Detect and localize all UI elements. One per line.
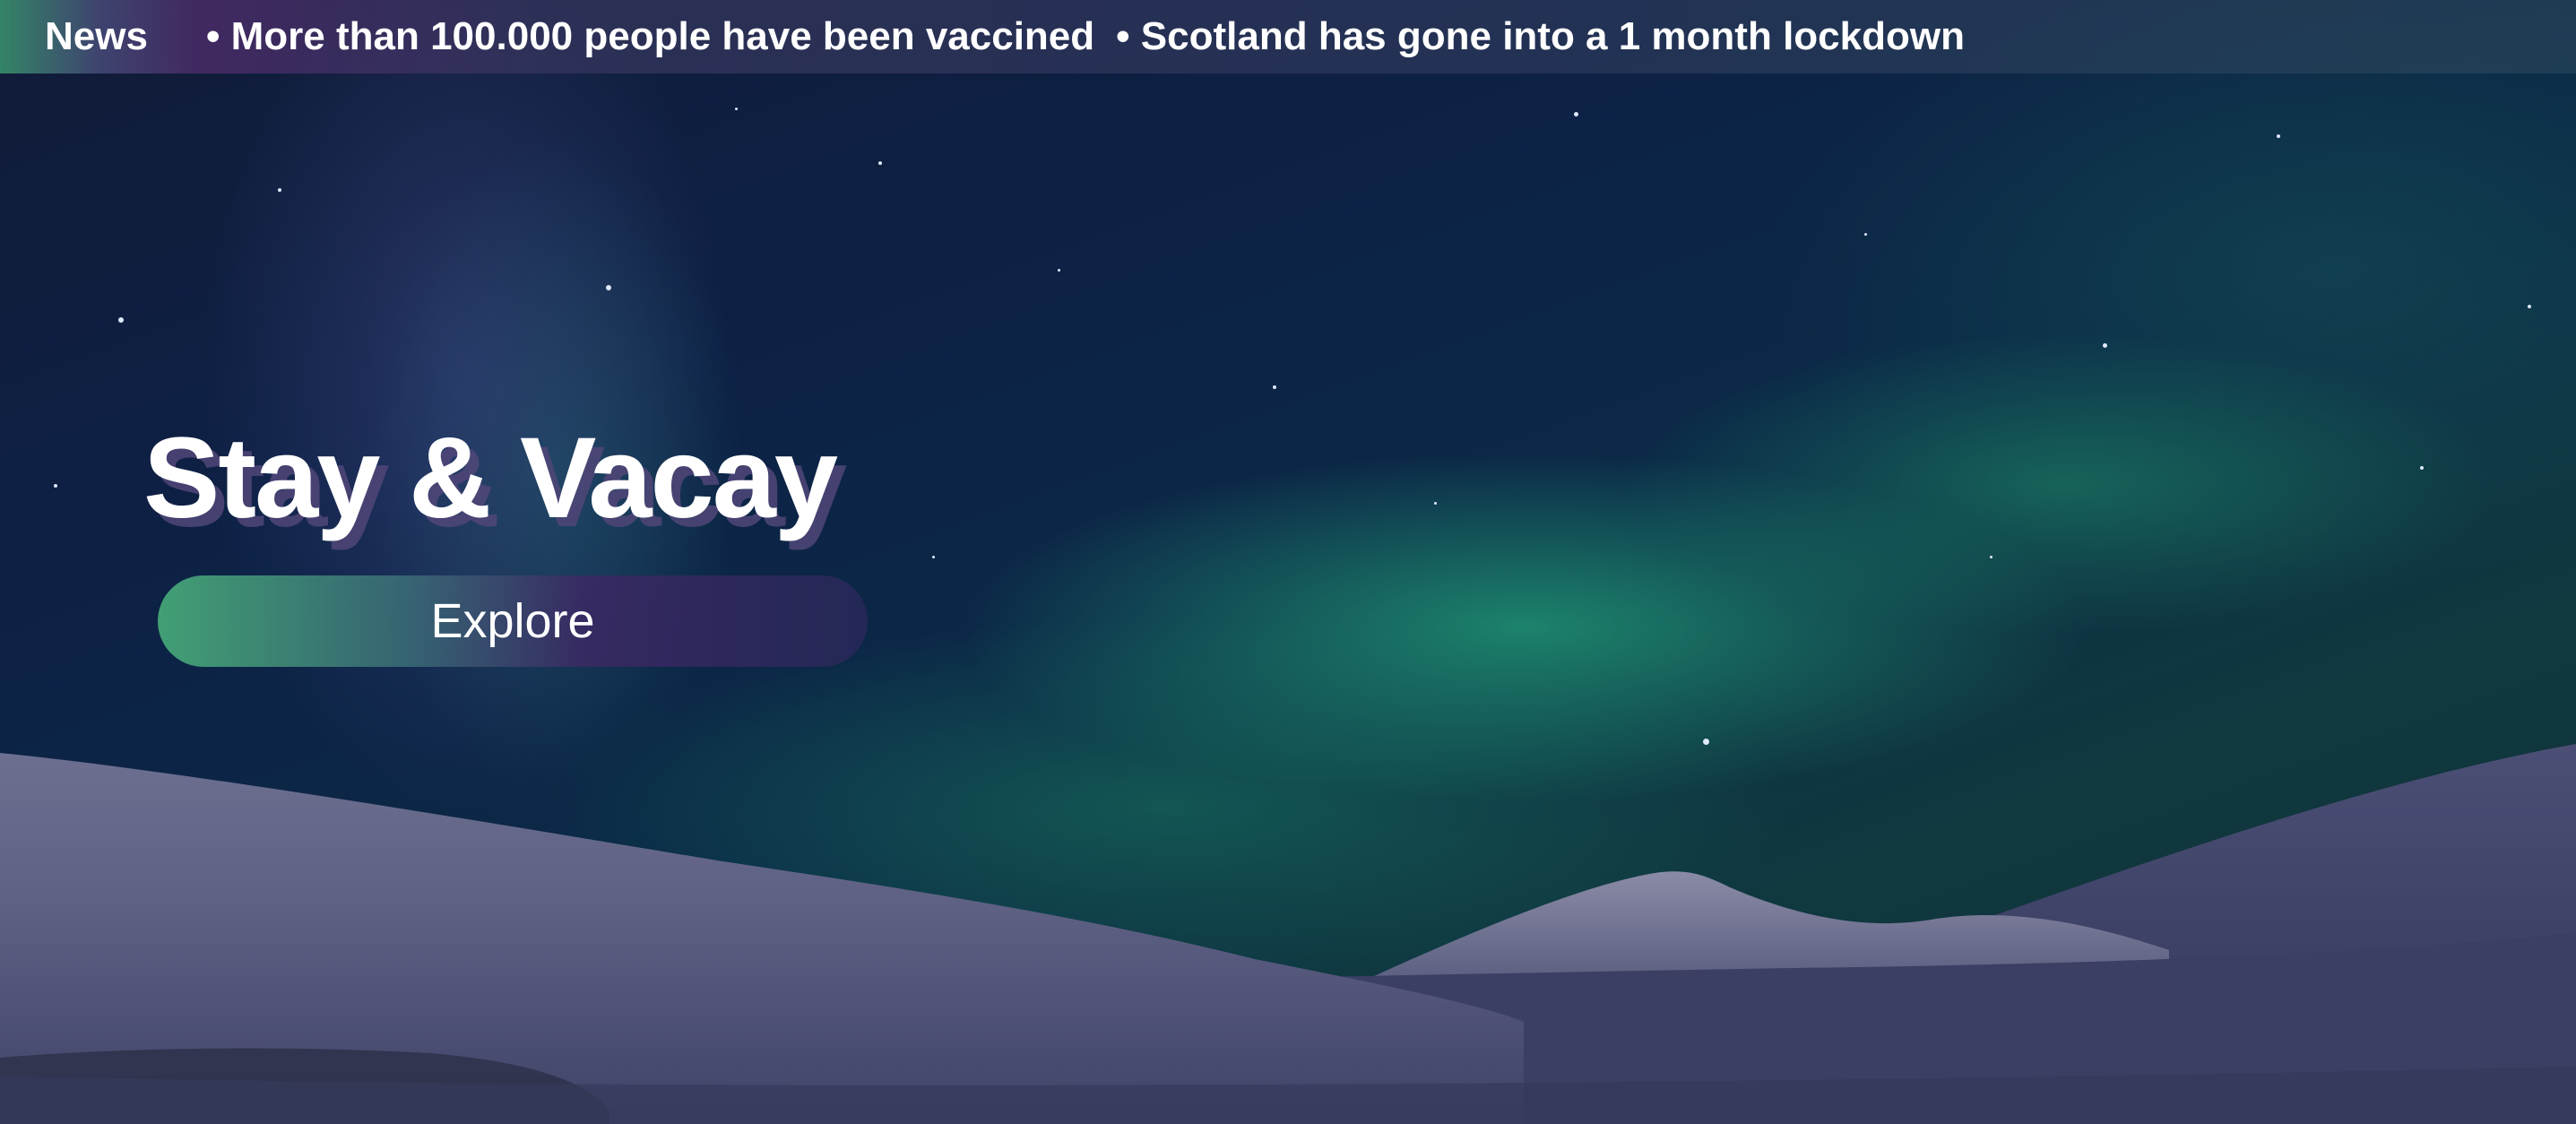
news-ticker: More than 100.000 people have been vacci… <box>206 14 1965 59</box>
snow-landscape <box>0 744 2576 1124</box>
news-ticker-bar: News More than 100.000 people have been … <box>0 0 2576 73</box>
news-item[interactable]: Scotland has gone into a 1 month lockdow… <box>1116 14 1965 59</box>
news-item[interactable]: More than 100.000 people have been vacci… <box>206 14 1095 59</box>
news-label: News <box>45 14 148 58</box>
explore-button[interactable]: Explore <box>158 575 868 667</box>
page: News More than 100.000 people have been … <box>0 0 2576 1124</box>
hero-title: Stay & Vacay <box>143 414 838 542</box>
